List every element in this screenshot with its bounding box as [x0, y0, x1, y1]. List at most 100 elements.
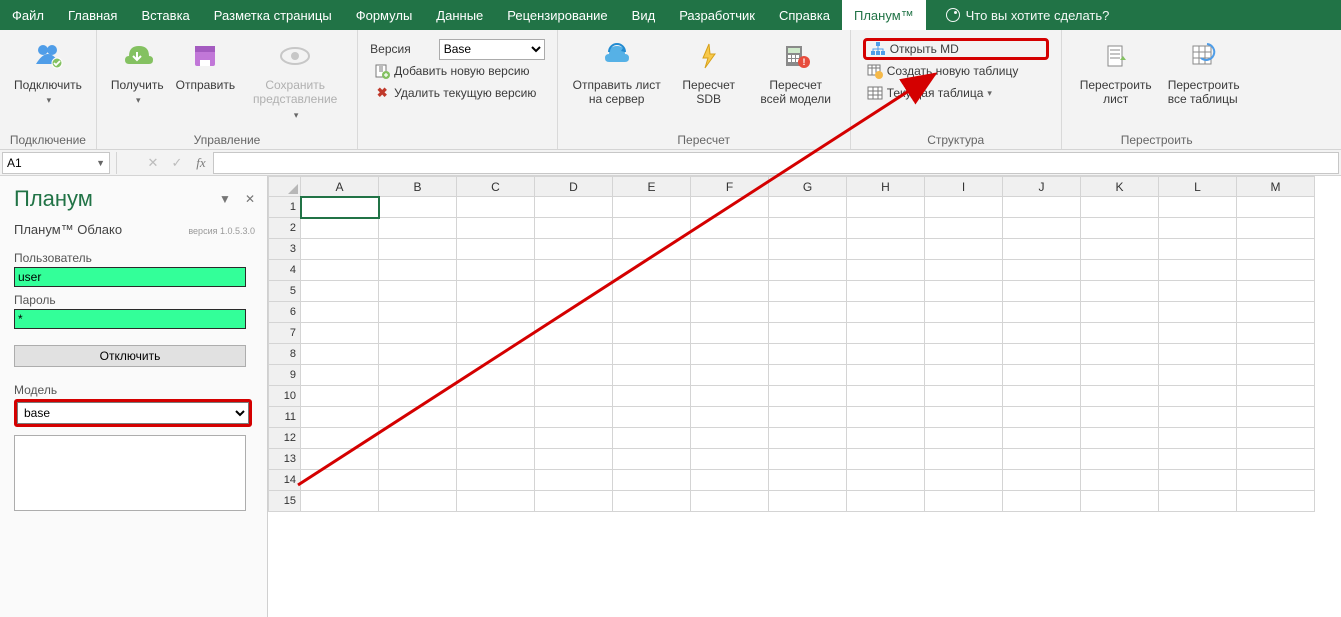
- cell-G2[interactable]: [769, 218, 847, 239]
- cell-K8[interactable]: [1081, 344, 1159, 365]
- cell-H6[interactable]: [847, 302, 925, 323]
- cell-D2[interactable]: [535, 218, 613, 239]
- cell-L7[interactable]: [1159, 323, 1237, 344]
- cell-G1[interactable]: [769, 197, 847, 218]
- cell-H7[interactable]: [847, 323, 925, 344]
- col-header-G[interactable]: G: [769, 177, 847, 197]
- cell-I13[interactable]: [925, 449, 1003, 470]
- cell-G15[interactable]: [769, 491, 847, 512]
- cell-H1[interactable]: [847, 197, 925, 218]
- cell-M6[interactable]: [1237, 302, 1315, 323]
- cell-F9[interactable]: [691, 365, 769, 386]
- open-md-button[interactable]: Открыть MD: [863, 38, 1049, 60]
- cell-C10[interactable]: [457, 386, 535, 407]
- cell-E7[interactable]: [613, 323, 691, 344]
- cell-D1[interactable]: [535, 197, 613, 218]
- fetch-button[interactable]: Получить: [105, 34, 170, 107]
- cell-A13[interactable]: [301, 449, 379, 470]
- row-header-7[interactable]: 7: [269, 323, 301, 344]
- cell-K5[interactable]: [1081, 281, 1159, 302]
- send-button[interactable]: Отправить: [170, 34, 242, 92]
- cell-J1[interactable]: [1003, 197, 1081, 218]
- cell-H14[interactable]: [847, 470, 925, 491]
- menu-справка[interactable]: Справка: [767, 0, 842, 30]
- cell-J9[interactable]: [1003, 365, 1081, 386]
- cell-D7[interactable]: [535, 323, 613, 344]
- cell-A1[interactable]: [301, 197, 379, 218]
- cell-F15[interactable]: [691, 491, 769, 512]
- cell-F7[interactable]: [691, 323, 769, 344]
- cell-K7[interactable]: [1081, 323, 1159, 344]
- cell-M13[interactable]: [1237, 449, 1315, 470]
- cell-L1[interactable]: [1159, 197, 1237, 218]
- cell-G8[interactable]: [769, 344, 847, 365]
- cell-L6[interactable]: [1159, 302, 1237, 323]
- cell-M1[interactable]: [1237, 197, 1315, 218]
- cell-A9[interactable]: [301, 365, 379, 386]
- cell-D5[interactable]: [535, 281, 613, 302]
- cell-D15[interactable]: [535, 491, 613, 512]
- cell-H12[interactable]: [847, 428, 925, 449]
- cell-K6[interactable]: [1081, 302, 1159, 323]
- menu-вид[interactable]: Вид: [620, 0, 668, 30]
- cell-D11[interactable]: [535, 407, 613, 428]
- cell-E6[interactable]: [613, 302, 691, 323]
- cell-H15[interactable]: [847, 491, 925, 512]
- col-header-E[interactable]: E: [613, 177, 691, 197]
- cell-C2[interactable]: [457, 218, 535, 239]
- cell-B10[interactable]: [379, 386, 457, 407]
- cell-M14[interactable]: [1237, 470, 1315, 491]
- cell-E2[interactable]: [613, 218, 691, 239]
- cell-F3[interactable]: [691, 239, 769, 260]
- cell-K11[interactable]: [1081, 407, 1159, 428]
- menu-данные[interactable]: Данные: [424, 0, 495, 30]
- recalc-sdb-button[interactable]: Пересчет SDB: [668, 34, 750, 107]
- cell-B7[interactable]: [379, 323, 457, 344]
- cell-I3[interactable]: [925, 239, 1003, 260]
- cell-A8[interactable]: [301, 344, 379, 365]
- cell-K9[interactable]: [1081, 365, 1159, 386]
- menu-разработчик[interactable]: Разработчик: [667, 0, 767, 30]
- cell-C7[interactable]: [457, 323, 535, 344]
- cell-C8[interactable]: [457, 344, 535, 365]
- cell-A6[interactable]: [301, 302, 379, 323]
- cell-J13[interactable]: [1003, 449, 1081, 470]
- cell-B14[interactable]: [379, 470, 457, 491]
- col-header-I[interactable]: I: [925, 177, 1003, 197]
- cell-E10[interactable]: [613, 386, 691, 407]
- cell-F6[interactable]: [691, 302, 769, 323]
- rebuild-all-button[interactable]: Перестроить все таблицы: [1162, 34, 1244, 107]
- cell-I7[interactable]: [925, 323, 1003, 344]
- cell-C13[interactable]: [457, 449, 535, 470]
- row-header-14[interactable]: 14: [269, 470, 301, 491]
- cell-M4[interactable]: [1237, 260, 1315, 281]
- cell-B9[interactable]: [379, 365, 457, 386]
- cell-B6[interactable]: [379, 302, 457, 323]
- cell-A3[interactable]: [301, 239, 379, 260]
- cell-J7[interactable]: [1003, 323, 1081, 344]
- current-table-button[interactable]: Текущая таблица ▾: [863, 82, 1049, 104]
- add-version-button[interactable]: Добавить новую версию: [370, 60, 545, 82]
- insert-function-button[interactable]: fx: [189, 155, 213, 171]
- cell-C1[interactable]: [457, 197, 535, 218]
- cell-L10[interactable]: [1159, 386, 1237, 407]
- cell-L2[interactable]: [1159, 218, 1237, 239]
- cell-K10[interactable]: [1081, 386, 1159, 407]
- cell-F1[interactable]: [691, 197, 769, 218]
- cell-J2[interactable]: [1003, 218, 1081, 239]
- col-header-K[interactable]: K: [1081, 177, 1159, 197]
- cell-H5[interactable]: [847, 281, 925, 302]
- cell-E11[interactable]: [613, 407, 691, 428]
- menu-формулы[interactable]: Формулы: [344, 0, 425, 30]
- cell-G14[interactable]: [769, 470, 847, 491]
- cell-J6[interactable]: [1003, 302, 1081, 323]
- cell-H11[interactable]: [847, 407, 925, 428]
- cell-C12[interactable]: [457, 428, 535, 449]
- col-header-A[interactable]: A: [301, 177, 379, 197]
- cell-F5[interactable]: [691, 281, 769, 302]
- cell-J5[interactable]: [1003, 281, 1081, 302]
- col-header-J[interactable]: J: [1003, 177, 1081, 197]
- cell-I10[interactable]: [925, 386, 1003, 407]
- cell-A7[interactable]: [301, 323, 379, 344]
- row-header-2[interactable]: 2: [269, 218, 301, 239]
